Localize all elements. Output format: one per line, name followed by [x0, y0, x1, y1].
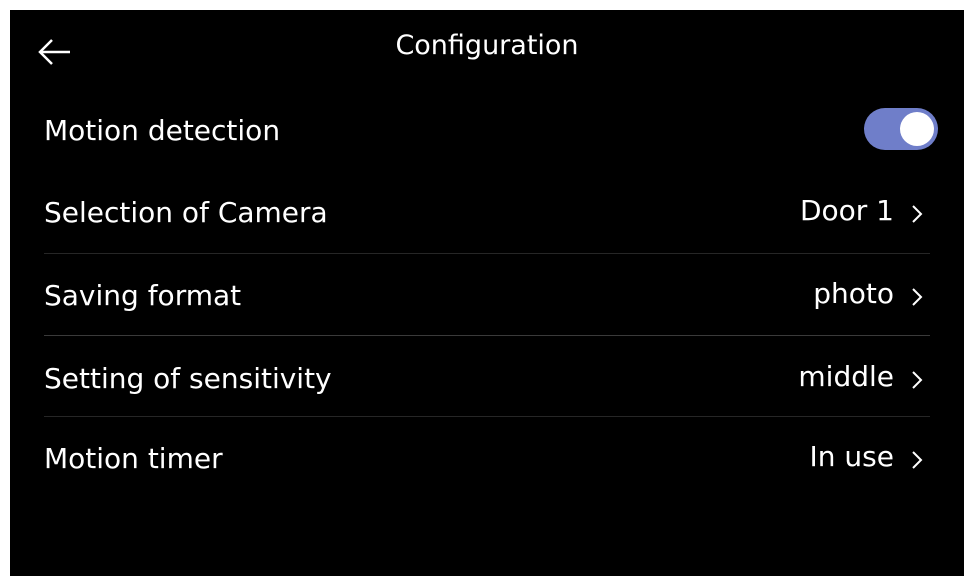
divider — [44, 416, 930, 417]
setting-label: Saving format — [44, 279, 242, 312]
setting-row-saving-format[interactable]: Saving format photo — [10, 255, 964, 335]
setting-row-camera-selection[interactable]: Selection of Camera Door 1 — [10, 172, 964, 252]
chevron-right-icon — [912, 205, 923, 223]
divider — [44, 335, 930, 336]
setting-label: Selection of Camera — [44, 196, 328, 229]
toggle-knob — [900, 112, 934, 146]
setting-value: In use — [809, 440, 894, 473]
configuration-screen: Configuration Motion detection Selection… — [10, 10, 964, 576]
chevron-right-icon — [912, 371, 923, 389]
divider — [44, 253, 930, 254]
setting-label: Setting of sensitivity — [44, 362, 332, 395]
chevron-right-icon — [912, 288, 923, 306]
setting-row-sensitivity[interactable]: Setting of sensitivity middle — [10, 338, 964, 418]
setting-row-motion-detection: Motion detection — [10, 90, 964, 170]
setting-label: Motion detection — [44, 114, 281, 147]
setting-value: Door 1 — [799, 194, 894, 227]
setting-label: Motion timer — [44, 442, 223, 475]
setting-value: photo — [813, 277, 894, 310]
chevron-right-icon — [912, 451, 923, 469]
page-title: Configuration — [395, 30, 579, 61]
setting-row-motion-timer[interactable]: Motion timer In use — [10, 418, 964, 498]
motion-detection-toggle[interactable] — [864, 108, 938, 150]
setting-value: middle — [798, 360, 894, 393]
header: Configuration — [10, 10, 964, 92]
